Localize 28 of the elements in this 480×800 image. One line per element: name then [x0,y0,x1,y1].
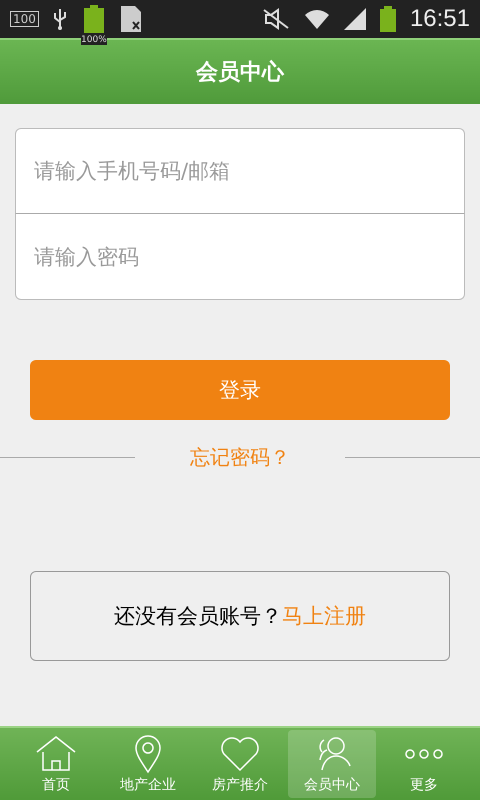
signal-icon [344,8,366,30]
status-badge: 100 [10,11,39,27]
tab-label: 会员中心 [304,776,360,794]
tab-item[interactable]: 地产企业 [104,730,192,798]
tab-label: 房产推介 [212,776,268,794]
page-title: 会员中心 [196,58,284,87]
register-link[interactable]: 马上注册 [282,602,366,630]
password-field[interactable]: 请输入密码 [15,214,465,300]
battery-icon [84,5,104,33]
forgot-password-link[interactable]: 忘记密码？ [135,444,345,471]
home-icon [34,734,78,774]
battery-icon [380,6,396,32]
tab-item[interactable]: 首页 [12,730,100,798]
tab-item[interactable]: 会员中心 [288,730,376,798]
account-field[interactable]: 请输入手机号码/邮箱 [15,128,465,214]
tab-label: 首页 [42,776,70,794]
battery-percent: 100% [81,35,107,45]
tab-item[interactable]: 房产推介 [196,730,284,798]
sim-icon [120,6,141,32]
tab-label: 更多 [410,776,438,794]
tab-item[interactable]: 更多 [380,730,468,798]
usb-icon [52,7,67,31]
tab-label: 地产企业 [120,776,176,794]
login-button[interactable]: 登录 [30,360,450,420]
wifi-icon [304,7,330,31]
register-prompt: 还没有会员账号？ [114,603,282,630]
mute-icon [262,8,290,30]
clock: 16:51 [410,5,470,33]
